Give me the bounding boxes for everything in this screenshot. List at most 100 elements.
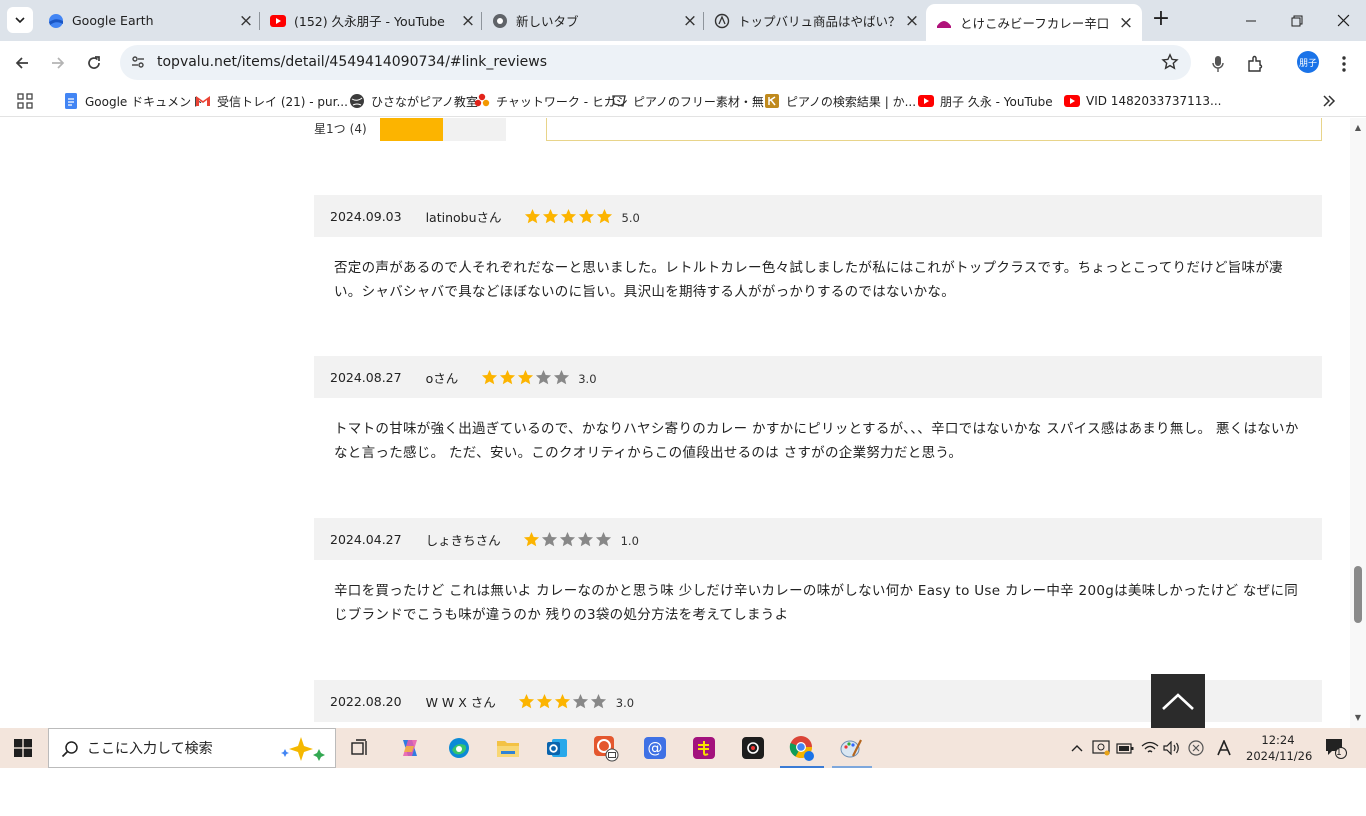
bookmarks-overflow-button[interactable] [1322,92,1336,110]
bottom-margin [0,768,1366,816]
tab-title: (152) 久永朋子 - YouTube [294,14,445,29]
bookmark-star-icon[interactable] [1161,53,1179,75]
review-user: latinobuさん [425,209,502,225]
back-button[interactable] [9,50,35,76]
mail-app-icon[interactable] [592,734,620,762]
notification-count: 1 [1336,748,1342,758]
close-icon[interactable]: × [238,11,254,31]
microphone-icon[interactable] [1207,53,1229,75]
scroll-up-arrow-icon[interactable]: ▲ [1354,124,1362,132]
menu-kebab-icon[interactable] [1333,53,1355,75]
camera-app-icon[interactable] [739,734,767,762]
bookmark-piano-school[interactable]: ひさながピアノ教室 [349,92,478,110]
edge-icon[interactable] [445,734,473,762]
scroll-down-arrow-icon[interactable]: ▼ [1354,714,1362,722]
bookmark-youtube-channel[interactable]: 朋子 久永 - YouTube [918,92,1053,110]
bookmark-site-icon [764,93,780,109]
tab-chatgpt[interactable]: トップバリュ商品はやばい？なぜ × [714,0,920,41]
taskbar-search-box[interactable]: ここに入力して検索 [48,728,336,768]
ime-mode-icon[interactable] [1214,738,1234,758]
star-empty-icon [559,530,577,548]
notification-center-icon[interactable]: 1 [1323,738,1349,759]
scrollbar-thumb[interactable] [1354,566,1362,623]
youtube-icon [918,93,934,109]
bookmark-gmail[interactable]: 受信トレイ (21) - pur... [195,92,348,110]
star-filled-icon [498,368,516,386]
tray-app-icon[interactable] [1091,738,1111,758]
reload-icon [88,56,100,69]
review-header: 2024.09.03 latinobuさん 5.0 [314,195,1322,237]
close-icon [1337,14,1349,27]
tab-google-earth[interactable]: Google Earth × [48,0,254,41]
star-filled-icon [578,207,596,225]
review-date: 2024.09.03 [330,208,402,224]
copilot-icon[interactable] [396,734,424,762]
minimize-button[interactable] [1228,0,1274,41]
apps-grid-button[interactable] [17,92,33,110]
restore-button[interactable] [1274,0,1320,41]
chrome-taskbar-icon[interactable] [788,734,816,762]
youtube-icon [270,13,286,29]
bookmark-piano-search[interactable]: ピアノの検索結果 | か... [764,92,916,110]
bookmark-label: ピアノの検索結果 | か... [786,94,917,109]
close-icon[interactable]: × [904,11,920,31]
arrow-left-icon [15,57,28,69]
close-icon[interactable]: × [682,11,698,31]
close-icon[interactable]: × [460,11,476,31]
chevron-up-icon[interactable] [1067,738,1087,758]
review-score: 3.0 [578,372,597,386]
address-bar[interactable]: topvalu.net/items/detail/4549414090734/#… [120,45,1191,80]
tab-topvalu[interactable]: とけこみビーフカレー辛口 -イオン × [926,4,1142,41]
wifi-icon[interactable] [1140,738,1160,758]
bookmark-label: チャットワーク - ヒガシ [496,94,628,109]
bookmarks-bar: Google ドキュメント 受信トレイ (21) - pur... ひさながピア… [0,85,1366,117]
start-button[interactable] [14,739,32,761]
bookmark-youtube-video[interactable]: VID 1482033737113... [1064,92,1222,110]
tab-separator [703,12,704,30]
reload-button[interactable] [81,50,107,76]
forward-button[interactable] [45,50,71,76]
profile-avatar[interactable]: 朋子 [1297,51,1319,73]
review-body: 否定の声があるので人それぞれだなーと思いました。レトルトカレー色々試しましたが私… [334,260,1283,300]
paint-app-icon[interactable] [837,734,865,762]
status-circle-x-icon[interactable] [1186,738,1206,758]
bookmark-chatwork[interactable]: チャットワーク - ヒガシ [474,92,628,110]
volume-icon[interactable] [1162,738,1182,758]
review-header: 2024.08.27 oさん 3.0 [314,356,1322,398]
review-stars [524,207,614,225]
url-text[interactable]: topvalu.net/items/detail/4549414090734/#… [157,54,547,70]
bookmark-label: VID 1482033737113... [1086,94,1222,108]
tab-youtube[interactable]: (152) 久永朋子 - YouTube × [270,0,476,41]
outlook-icon[interactable] [543,734,571,762]
star-empty-icon [552,368,570,386]
close-icon[interactable]: × [1118,13,1134,33]
extensions-icon[interactable] [1244,53,1266,75]
taskbar-clock[interactable]: 12:24 2024/11/26 [1246,732,1312,764]
page-scrollbar[interactable]: ▲ ▼ [1350,118,1366,728]
battery-icon[interactable] [1115,738,1135,758]
chevron-double-right-icon [1323,95,1336,107]
sparkle-icon [281,737,325,761]
window-close-button[interactable] [1320,0,1366,41]
star-empty-icon [590,692,608,710]
tab-title: トップバリュ商品はやばい？なぜ [738,14,898,29]
screen: Google Earth × (152) 久永朋子 - YouTube × 新し… [0,0,1366,816]
new-tab-button[interactable]: + [1150,8,1172,31]
bookmark-piano-free[interactable]: ピアノのフリー素材・無... [611,92,775,110]
file-explorer-icon[interactable] [494,734,522,762]
task-view-icon[interactable] [346,734,374,762]
tab-new-tab[interactable]: 新しいタブ × [492,0,698,41]
back-to-top-button[interactable] [1151,674,1205,728]
chevron-down-icon [15,17,25,24]
rating-breakdown-row[interactable]: 星1つ (4) [314,120,367,137]
tab-separator [481,12,482,30]
tab-title: Google Earth [72,13,154,28]
site-info-icon[interactable] [130,54,146,74]
bookmark-label: 朋子 久永 - YouTube [940,94,1053,109]
mo-app-icon[interactable] [690,734,718,762]
bookmark-google-docs[interactable]: Google ドキュメント [63,92,203,110]
topvalu-icon [936,15,952,31]
at-mail-icon[interactable]: @ [641,734,669,762]
tab-search-button[interactable] [7,7,33,33]
windows-taskbar: ここに入力して検索 @ 12:24 2024/11/26 1 [0,728,1366,768]
